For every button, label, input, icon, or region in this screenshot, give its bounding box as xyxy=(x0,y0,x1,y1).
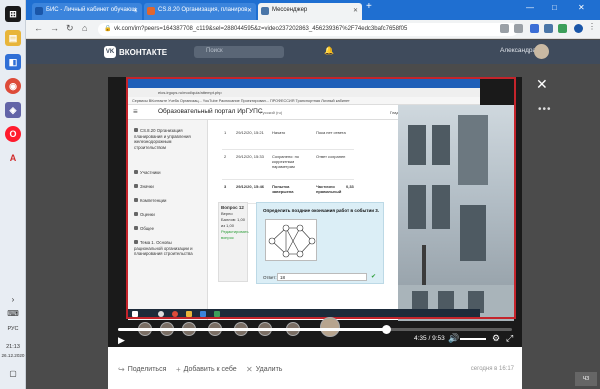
recorded-taskbar xyxy=(128,309,480,319)
extension-icon-1[interactable] xyxy=(530,24,539,33)
vk-logo-icon: VK xyxy=(104,46,116,58)
minimize-button[interactable]: — xyxy=(526,3,534,12)
question-box: Определить поздние окончания работ в соб… xyxy=(256,202,384,284)
extension-icon-2[interactable] xyxy=(544,24,553,33)
webcam-building-image xyxy=(398,105,514,321)
table-row: 3 29/12/20, 15:46 Попытка завершена Част… xyxy=(222,182,354,204)
close-window-button[interactable]: ✕ xyxy=(578,3,585,12)
hamburger-icon: ≡ xyxy=(133,107,138,116)
address-bar[interactable]: 🔒 vk.com/im?peers=164387708_c119&sel=288… xyxy=(98,23,518,36)
tab-close-icon[interactable]: ✕ xyxy=(133,7,138,14)
avatar[interactable] xyxy=(534,44,549,59)
corner-badge: ЧЗ xyxy=(575,372,597,386)
app-icon[interactable]: ◧ xyxy=(5,54,21,70)
close-video-icon[interactable]: ✕ xyxy=(536,76,548,93)
delete-button[interactable]: ✕ Удалить xyxy=(246,365,282,374)
acrobat-icon[interactable]: A xyxy=(5,150,21,166)
reload-button[interactable]: ↻ xyxy=(66,23,74,34)
table-row: 1 29/12/20, 15:21 Начато Пока нет ответа xyxy=(222,128,354,150)
home-icon[interactable]: ⌂ xyxy=(82,23,87,33)
portal-header: ≡ Образовательный портал ИрГУПС Русский … xyxy=(128,105,398,120)
sidebar-item-course: CS.8.20 Организация планирования и управ… xyxy=(134,128,191,150)
sidebar-item-topic1: Тема 1. Основы рациональной организации … xyxy=(134,240,193,256)
progress-fill xyxy=(118,328,386,331)
sidebar-item-general: Общее xyxy=(134,226,200,232)
play-icon[interactable]: ▶ xyxy=(118,335,125,346)
recorded-tab-bar xyxy=(128,79,480,88)
sidebar-item-competencies: Компетенции xyxy=(134,198,200,204)
plus-icon: + xyxy=(176,365,181,374)
star-icon[interactable] xyxy=(514,24,523,33)
volume-slider[interactable] xyxy=(460,338,486,340)
vk-header: VK ВКОНТАКТЕ Поиск 🔔 Александра xyxy=(26,40,600,64)
progress-handle[interactable] xyxy=(381,325,391,334)
language-indicator[interactable]: РУС xyxy=(0,326,26,333)
maximize-button[interactable]: □ xyxy=(552,3,557,12)
lock-icon: 🔒 xyxy=(104,26,112,32)
teams-icon[interactable]: ◈ xyxy=(5,102,21,118)
clock-date: 26.12.2020 xyxy=(1,353,25,358)
tab-favicon-icon xyxy=(35,7,43,15)
add-to-mine-button[interactable]: + Добавить к себе xyxy=(176,365,237,374)
tab-messenger[interactable]: Мессенджер ✕ xyxy=(258,3,362,20)
new-tab-button[interactable]: + xyxy=(366,1,372,12)
tab-close-icon[interactable]: ✕ xyxy=(353,7,358,14)
tab-close-icon[interactable]: ✕ xyxy=(247,7,252,14)
chrome-icon[interactable]: ◉ xyxy=(5,78,21,94)
fullscreen-icon[interactable]: ⤢ xyxy=(506,333,513,344)
progress-bar[interactable] xyxy=(118,325,512,334)
more-icon[interactable]: ••• xyxy=(538,104,552,115)
share-icon: ↪ xyxy=(118,365,125,374)
key-icon[interactable] xyxy=(500,24,509,33)
tab-course[interactable]: CS.8.20 Организация, планиров ✕ xyxy=(144,3,256,20)
portal-title: Образовательный портал ИрГУПС xyxy=(158,108,263,115)
recorded-address: eios.irgups.ru/mod/quiz/attempt.php xyxy=(128,88,480,97)
keyboard-icon[interactable]: ⌨ xyxy=(0,310,26,318)
tab-bis[interactable]: БИС - Личный кабинет обучающ ✕ xyxy=(32,3,142,20)
vk-logo[interactable]: VK ВКОНТАКТЕ xyxy=(104,46,167,58)
portal-sidebar: CS.8.20 Организация планирования и управ… xyxy=(128,120,208,320)
start-icon[interactable]: ⊞ xyxy=(5,6,21,22)
video-player[interactable]: eios.irgups.ru/mod/quiz/attempt.php Серв… xyxy=(108,77,522,347)
question-info: Вопрос 12 Верно Баллов: 1,00 из 1,00 Ред… xyxy=(218,202,249,282)
table-row: 2 29/12/20, 15:33 Сохранено: по корректн… xyxy=(222,152,354,180)
question-text: Определить поздние окончания работ в соб… xyxy=(263,208,380,213)
tab-favicon-icon xyxy=(261,7,269,15)
notification-icon[interactable]: ▢ xyxy=(0,370,26,378)
file-explorer-icon[interactable]: ▤ xyxy=(5,30,21,46)
video-actions-bar: ↪ Поделиться + Добавить к себе ✕ Удалить… xyxy=(108,347,522,389)
sidebar-item-grades: Оценки xyxy=(134,212,200,218)
share-button[interactable]: ↪ Поделиться xyxy=(118,365,166,374)
answer-field: 18 xyxy=(277,273,367,281)
settings-gear-icon[interactable]: ⚙ xyxy=(492,333,500,344)
tray-chevron-icon[interactable]: › xyxy=(0,296,26,304)
browser-toolbar: ← → ↻ ⌂ 🔒 vk.com/im?peers=164387708_c119… xyxy=(26,20,600,39)
check-icon: ✔ xyxy=(371,274,377,280)
browser-tab-bar: БИС - Личный кабинет обучающ ✕ CS.8.20 О… xyxy=(26,0,600,20)
back-button[interactable]: ← xyxy=(34,23,43,33)
forward-button[interactable]: → xyxy=(50,23,59,33)
participant-avatar xyxy=(320,317,340,337)
close-icon: ✕ xyxy=(246,365,253,374)
menu-icon[interactable]: ⋮ xyxy=(588,22,597,31)
edit-question-link: Редактировать вопрос xyxy=(221,229,249,240)
network-graph-image xyxy=(265,219,317,261)
answer-label: Ответ: xyxy=(263,275,277,280)
upload-date: сегодня в 16:17 xyxy=(470,366,514,372)
bell-icon[interactable]: 🔔 xyxy=(324,46,334,55)
windows-taskbar: ⊞ ▤ ◧ ◉ ◈ O A › ⌨ РУС 21:13 26.12.2020 ▢ xyxy=(0,0,26,389)
vk-search-input[interactable]: Поиск xyxy=(194,46,284,58)
sidebar-item-badges: Значки xyxy=(134,184,200,190)
sidebar-item-participants: Участники xyxy=(134,170,200,176)
extension-icon-3[interactable] xyxy=(558,24,567,33)
portal-lang: Русский (ru) xyxy=(260,110,283,115)
recorded-bookmarks: Сервисы ВКонтакте Учеба Организац... You… xyxy=(128,97,480,105)
profile-icon[interactable] xyxy=(574,24,583,33)
opera-icon[interactable]: O xyxy=(5,126,21,142)
volume-icon[interactable]: 🔊 xyxy=(448,333,459,344)
tab-favicon-icon xyxy=(147,7,155,15)
vk-user-name[interactable]: Александра xyxy=(500,47,536,54)
time-display: 4:35 / 9:53 xyxy=(414,335,445,342)
clock-time: 21:13 xyxy=(6,344,20,350)
